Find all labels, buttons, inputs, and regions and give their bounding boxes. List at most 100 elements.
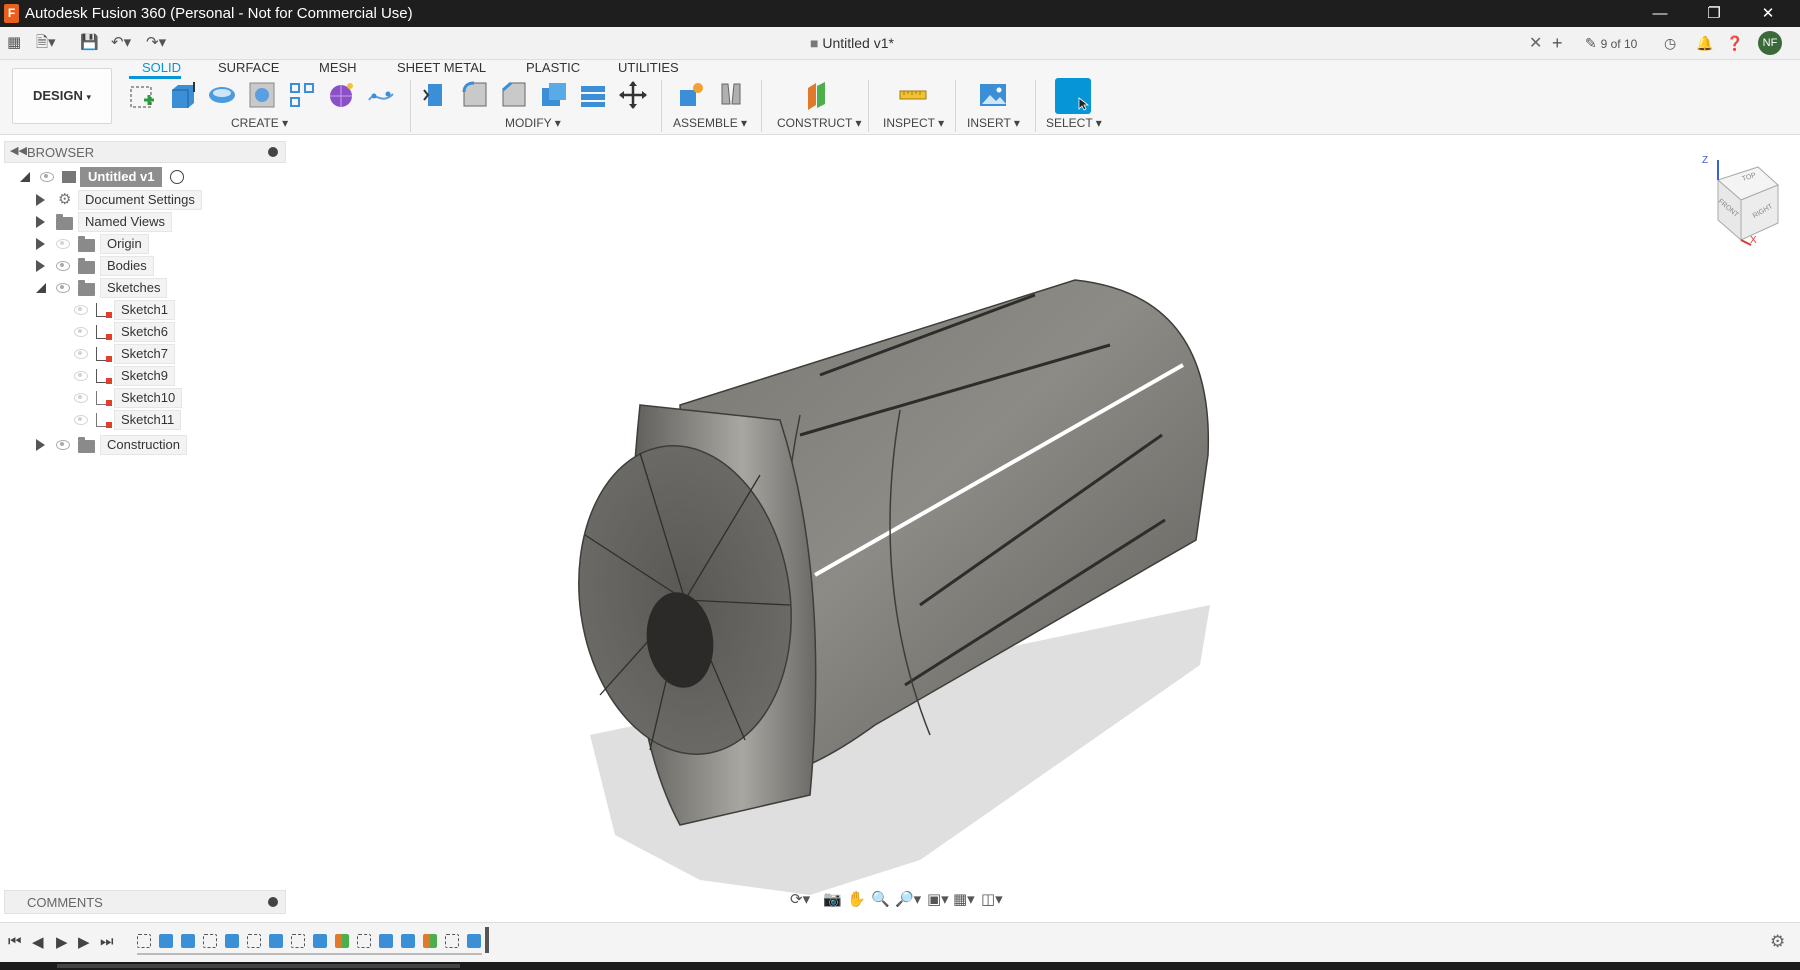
browser-item-document-settings[interactable]: ⚙ Document Settings xyxy=(36,190,206,210)
browser-item-sketch[interactable]: Sketch7 xyxy=(72,344,222,364)
zoom-icon[interactable]: 🔍 xyxy=(871,890,890,908)
user-avatar[interactable]: NF xyxy=(1758,31,1782,55)
timeline-pattern-icon[interactable] xyxy=(313,934,327,948)
timeline-sketch-icon[interactable] xyxy=(247,934,261,948)
hidden-icon[interactable] xyxy=(74,349,88,359)
collet-model[interactable] xyxy=(0,135,1800,922)
extrude-icon[interactable] xyxy=(168,80,198,110)
timeline-extrude-icon[interactable] xyxy=(401,934,415,948)
go-to-end-icon[interactable]: ⏭ xyxy=(100,933,114,950)
hidden-icon[interactable] xyxy=(74,327,88,337)
canvas-viewport[interactable] xyxy=(0,135,1800,922)
recent-icon[interactable]: ◷ xyxy=(1664,32,1676,54)
notifications-icon[interactable]: 🔔 xyxy=(1696,32,1713,54)
rectangular-pattern-icon[interactable] xyxy=(287,80,317,110)
measure-icon[interactable] xyxy=(898,80,928,110)
browser-panel-header[interactable]: ◀◀ BROWSER xyxy=(4,141,286,163)
step-back-icon[interactable]: ◀ xyxy=(32,933,44,951)
visibility-icon[interactable] xyxy=(40,172,54,182)
move-copy-icon[interactable] xyxy=(618,80,648,110)
orbit-icon[interactable]: ⟳▾ xyxy=(790,890,810,908)
select-icon[interactable] xyxy=(1055,78,1091,114)
browser-item-sketch[interactable]: Sketch9 xyxy=(72,366,222,386)
visibility-icon[interactable] xyxy=(56,440,70,450)
save-icon[interactable]: 💾 xyxy=(80,32,99,54)
create-group-label[interactable]: CREATE ▾ xyxy=(231,116,288,130)
activate-radio-icon[interactable] xyxy=(170,170,184,184)
view-cube[interactable]: TOP FRONT RIGHT Z X xyxy=(1696,155,1796,250)
browser-item-named-views[interactable]: Named Views xyxy=(36,212,206,232)
timeline-settings-gear-icon[interactable]: ⚙ xyxy=(1770,932,1785,952)
file-menu-icon[interactable]: 🗎▾ xyxy=(36,32,56,54)
visibility-icon[interactable] xyxy=(56,283,70,293)
timeline-sketch-icon[interactable] xyxy=(445,934,459,948)
browser-options-icon[interactable] xyxy=(268,147,278,157)
timeline-extrude-icon[interactable] xyxy=(467,934,481,948)
create-form-icon[interactable] xyxy=(326,80,356,110)
chamfer-icon[interactable] xyxy=(499,80,529,110)
job-status[interactable]: ✎ 9 of 10 xyxy=(1585,32,1637,54)
undo-icon[interactable]: ↶▾ xyxy=(111,32,131,54)
expanded-icon[interactable] xyxy=(36,283,46,293)
expanded-icon[interactable] xyxy=(20,172,30,182)
press-pull-icon[interactable] xyxy=(420,80,450,110)
browser-item-sketch[interactable]: Sketch11 xyxy=(72,410,222,430)
close-icon[interactable]: ✕ xyxy=(1741,0,1795,27)
hidden-icon[interactable] xyxy=(74,393,88,403)
collapsed-icon[interactable] xyxy=(36,439,45,451)
collapsed-icon[interactable] xyxy=(36,260,45,272)
tab-surface[interactable]: SURFACE xyxy=(218,60,279,75)
apps-grid-icon[interactable]: ▦ xyxy=(7,32,21,54)
modify-group-label[interactable]: MODIFY ▾ xyxy=(505,116,561,130)
pan-icon[interactable]: ✋ xyxy=(847,890,866,908)
collapsed-icon[interactable] xyxy=(36,216,45,228)
assemble-group-label[interactable]: ASSEMBLE ▾ xyxy=(673,116,747,130)
redo-icon[interactable]: ↷▾ xyxy=(146,32,166,54)
viewports-icon[interactable]: ◫▾ xyxy=(981,890,1003,908)
display-settings-icon[interactable]: ▣▾ xyxy=(927,890,949,908)
minimize-icon[interactable]: — xyxy=(1633,0,1687,27)
insert-group-label[interactable]: INSERT ▾ xyxy=(967,116,1020,130)
create-more-icon[interactable] xyxy=(366,80,396,110)
tab-sheet-metal[interactable]: SHEET METAL xyxy=(397,60,486,75)
document-tab[interactable]: ■ Untitled v1* xyxy=(810,35,894,51)
timeline-extrude-icon[interactable] xyxy=(379,934,393,948)
timeline-sketch-icon[interactable] xyxy=(137,934,151,948)
visibility-icon[interactable] xyxy=(56,261,70,271)
timeline-extrude-icon[interactable] xyxy=(225,934,239,948)
timeline-plane-icon[interactable] xyxy=(335,934,349,948)
zoom-window-icon[interactable]: 🔎▾ xyxy=(895,890,921,908)
combine-icon[interactable] xyxy=(578,80,608,110)
hole-icon[interactable] xyxy=(247,80,277,110)
select-group-label[interactable]: SELECT ▾ xyxy=(1046,116,1102,130)
fillet-icon[interactable] xyxy=(460,80,490,110)
tab-mesh[interactable]: MESH xyxy=(319,60,357,75)
collapsed-icon[interactable] xyxy=(36,238,45,250)
new-tab-icon[interactable]: + xyxy=(1552,32,1572,54)
timeline-plane-icon[interactable] xyxy=(423,934,437,948)
timeline-extrude-icon[interactable] xyxy=(269,934,283,948)
browser-item-sketch[interactable]: Sketch6 xyxy=(72,322,222,342)
comments-options-icon[interactable] xyxy=(268,897,278,907)
timeline-sketch-icon[interactable] xyxy=(203,934,217,948)
timeline-extrude-icon[interactable] xyxy=(181,934,195,948)
revolve-icon[interactable] xyxy=(207,80,237,110)
hidden-icon[interactable] xyxy=(74,305,88,315)
browser-root[interactable]: Untitled v1 xyxy=(20,167,190,187)
help-icon[interactable]: ❓ xyxy=(1726,32,1743,54)
browser-item-origin[interactable]: Origin xyxy=(36,234,206,254)
go-to-start-icon[interactable]: ⏮ xyxy=(8,933,22,950)
tab-close-icon[interactable]: ✕ xyxy=(1529,33,1542,53)
hidden-icon[interactable] xyxy=(56,239,70,249)
shell-icon[interactable] xyxy=(539,80,569,110)
create-sketch-icon[interactable] xyxy=(128,80,158,110)
hidden-icon[interactable] xyxy=(74,371,88,381)
timeline-marker[interactable] xyxy=(485,927,489,953)
browser-item-sketches[interactable]: Sketches xyxy=(36,278,206,298)
hidden-icon[interactable] xyxy=(74,415,88,425)
workspace-switcher[interactable]: DESIGN ▾ xyxy=(12,68,112,124)
new-component-icon[interactable] xyxy=(676,80,706,110)
timeline-sketch-icon[interactable] xyxy=(291,934,305,948)
browser-item-sketch[interactable]: Sketch10 xyxy=(72,388,222,408)
play-icon[interactable]: ▶ xyxy=(56,933,68,951)
